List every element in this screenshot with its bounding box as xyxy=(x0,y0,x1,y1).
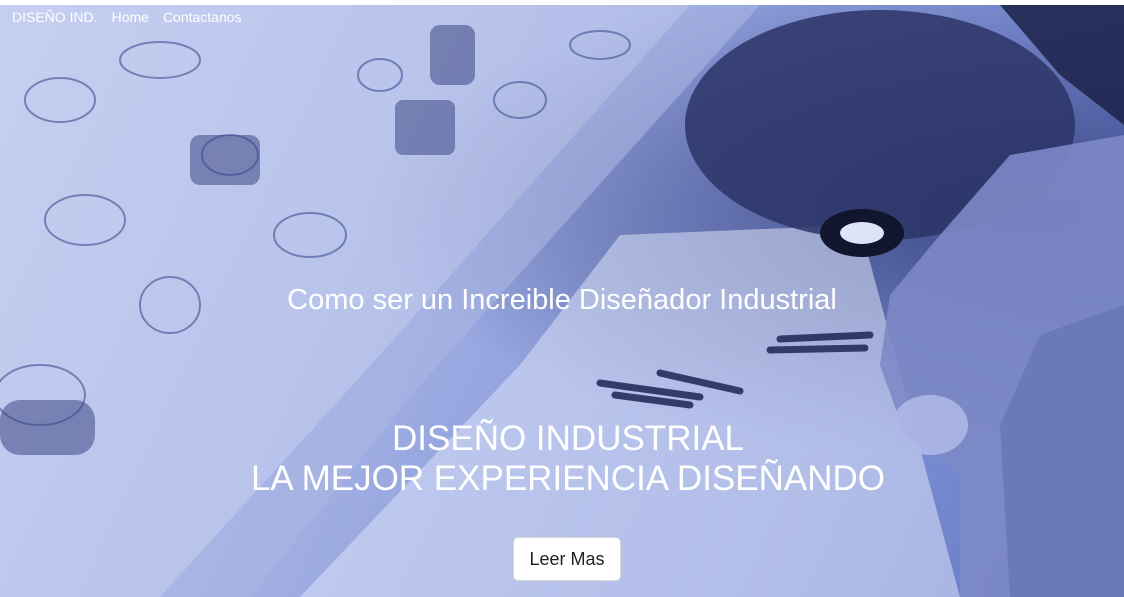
leer-mas-button[interactable]: Leer Mas xyxy=(513,537,621,581)
hero-title-line-2: LA MEJOR EXPERIENCIA DISEÑANDO xyxy=(250,459,886,498)
hero-title-line-1: DISEÑO INDUSTRIAL xyxy=(392,419,744,458)
hero-subtitle: Como ser un Increible Diseñador Industri… xyxy=(287,284,837,316)
top-navbar: DISEÑO IND. Home Contactanos xyxy=(0,5,256,29)
nav-link-contactanos[interactable]: Contactanos xyxy=(163,9,242,25)
hero-title: DISEÑO INDUSTRIAL LA MEJOR EXPERIENCIA D… xyxy=(0,419,1124,499)
brand-link[interactable]: DISEÑO IND. xyxy=(12,9,98,25)
nav-link-home[interactable]: Home xyxy=(112,9,149,25)
landing-page: DISEÑO IND. Home Contactanos Como ser un… xyxy=(0,0,1124,597)
